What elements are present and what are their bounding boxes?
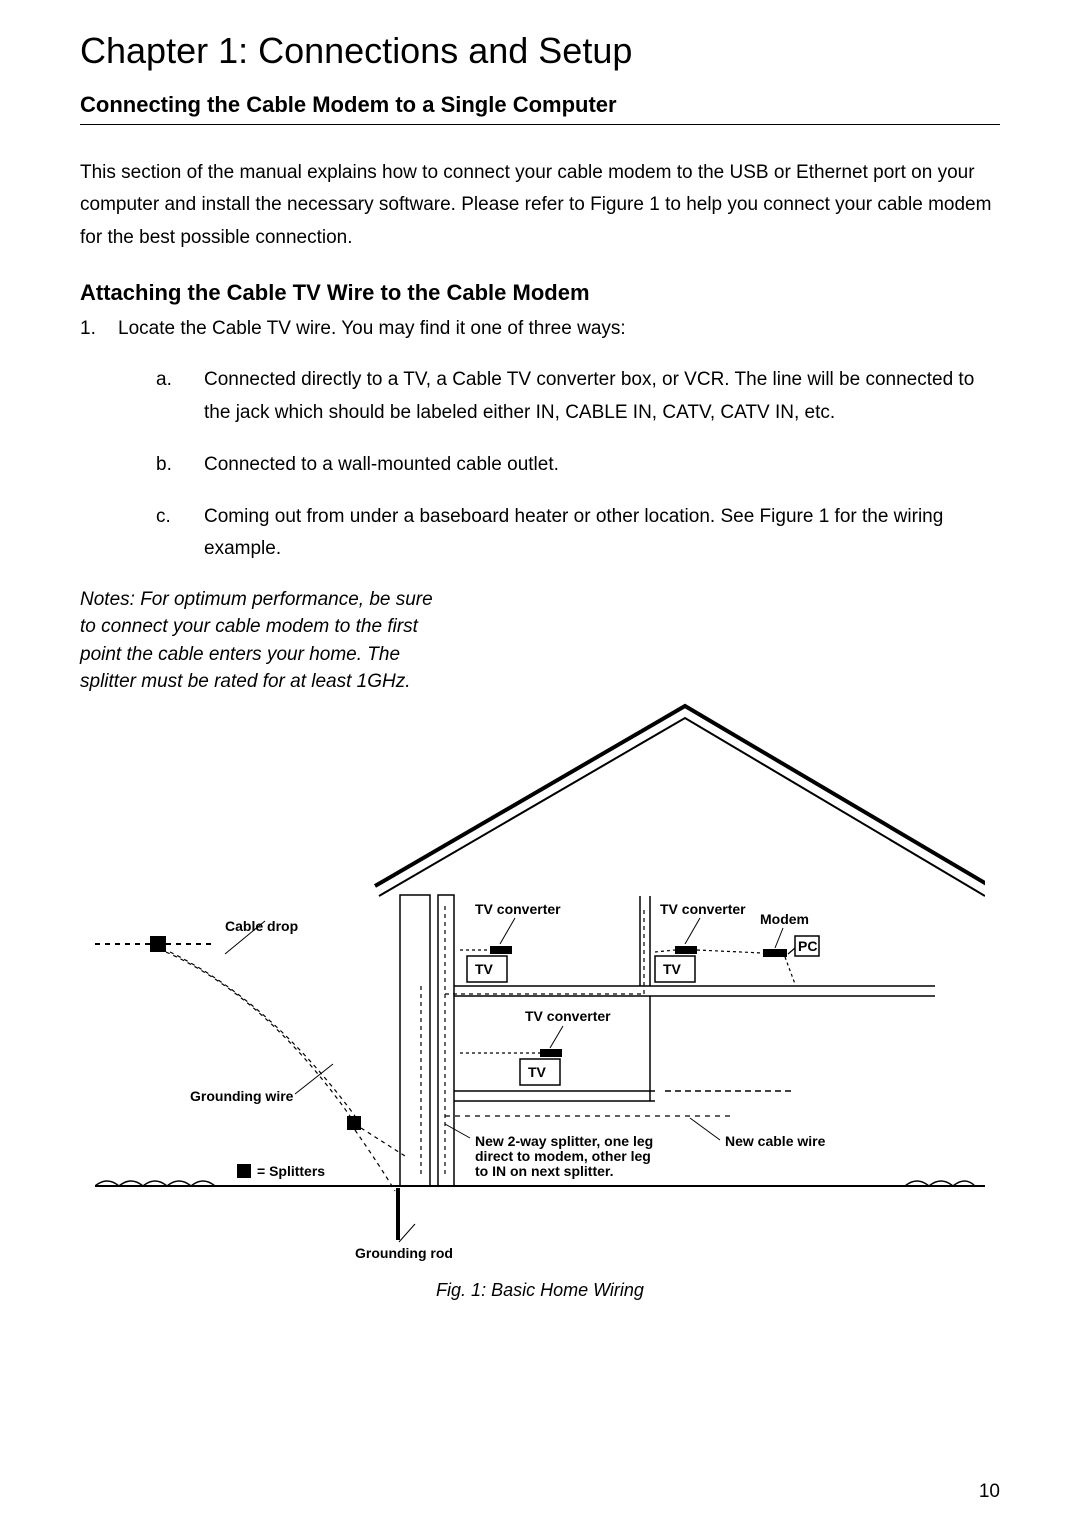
- label-splitters: = Splitters: [257, 1163, 325, 1179]
- intro-paragraph: This section of the manual explains how …: [80, 157, 1000, 254]
- section-heading: Connecting the Cable Modem to a Single C…: [80, 92, 1000, 125]
- label-grounding-wire: Grounding wire: [190, 1088, 294, 1104]
- step-number: 1.: [80, 314, 118, 344]
- page-number: 10: [979, 1481, 1000, 1503]
- list-item: c. Coming out from under a baseboard hea…: [156, 501, 1000, 566]
- sub-text: Coming out from under a baseboard heater…: [204, 501, 1000, 566]
- label-new-split-1: New 2-way splitter, one leg: [475, 1133, 653, 1149]
- subheading: Attaching the Cable TV Wire to the Cable…: [80, 280, 1000, 306]
- home-wiring-diagram: Cable drop Grounding wire = Splitters Gr…: [95, 696, 985, 1266]
- chapter-title: Chapter 1: Connections and Setup: [80, 30, 1000, 72]
- sub-text: Connected to a wall-mounted cable outlet…: [204, 449, 559, 481]
- label-cable-drop: Cable drop: [225, 918, 298, 934]
- label-new-split-3: to IN on next splitter.: [475, 1163, 613, 1179]
- list-item: b. Connected to a wall-mounted cable out…: [156, 449, 1000, 481]
- label-tv: TV: [528, 1064, 547, 1080]
- sub-letter: c.: [156, 501, 204, 566]
- list-item: a. Connected directly to a TV, a Cable T…: [156, 364, 1000, 429]
- sub-letter: a.: [156, 364, 204, 429]
- label-tv-converter: TV converter: [525, 1008, 611, 1024]
- figure-caption: Fig. 1: Basic Home Wiring: [80, 1280, 1000, 1301]
- sub-text: Connected directly to a TV, a Cable TV c…: [204, 364, 1000, 429]
- label-new-cable-wire: New cable wire: [725, 1133, 826, 1149]
- label-tv: TV: [663, 961, 682, 977]
- list-item: 1. Locate the Cable TV wire. You may fin…: [80, 314, 1000, 344]
- label-pc: PC: [798, 938, 817, 954]
- label-tv-converter: TV converter: [660, 901, 746, 917]
- figure-1-diagram: Cable drop Grounding wire = Splitters Gr…: [80, 696, 1000, 1301]
- label-grounding-rod: Grounding rod: [355, 1245, 453, 1261]
- label-tv: TV: [475, 961, 494, 977]
- notes-text: Notes: For optimum performance, be sure …: [80, 586, 440, 696]
- label-new-split-2: direct to modem, other leg: [475, 1148, 651, 1164]
- sub-letter: b.: [156, 449, 204, 481]
- label-tv-converter: TV converter: [475, 901, 561, 917]
- step-text: Locate the Cable TV wire. You may find i…: [118, 314, 626, 344]
- label-modem: Modem: [760, 911, 809, 927]
